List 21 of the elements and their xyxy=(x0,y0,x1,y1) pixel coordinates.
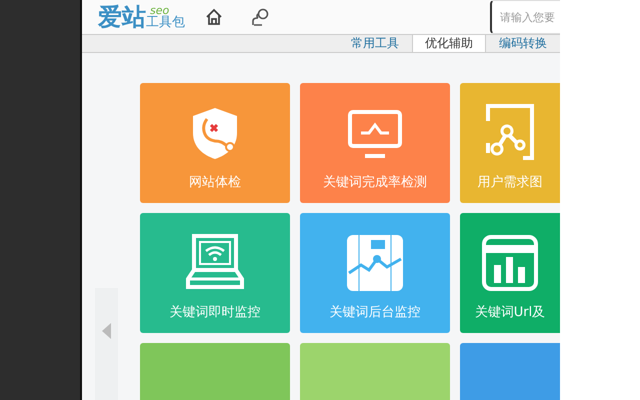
monitor-icon xyxy=(347,109,403,161)
tab[interactable]: 编码转换 xyxy=(486,35,560,52)
tool-tile[interactable]: 关键词即时监控 xyxy=(140,213,290,333)
laptop-wifi-icon xyxy=(186,233,244,291)
search-field[interactable]: 请输入您要 xyxy=(490,0,560,34)
logo-subtitle: 工具包 xyxy=(146,16,185,29)
logo-tagline: seo xyxy=(150,5,170,16)
graph-nodes-icon xyxy=(485,103,535,161)
tool-tile[interactable]: 用户需求图 xyxy=(460,83,560,203)
tool-tile[interactable]: 网站体检 xyxy=(140,83,290,203)
user-icon[interactable] xyxy=(251,8,271,26)
tab[interactable]: 优化辅助 xyxy=(412,35,486,52)
left-arrow-icon[interactable] xyxy=(102,323,111,339)
bar-chart-icon xyxy=(482,235,538,291)
logo-title: 爱站 xyxy=(98,5,146,29)
tool-tile[interactable]: 关键词Url及 xyxy=(460,213,560,333)
home-icon[interactable] xyxy=(205,8,223,26)
tool-tile[interactable]: 关键词后台监控 xyxy=(300,213,450,333)
tool-tile[interactable]: 关键词完成率检测 xyxy=(300,83,450,203)
tab[interactable]: 常用工具 xyxy=(338,35,412,52)
key-chart-icon xyxy=(347,235,403,291)
